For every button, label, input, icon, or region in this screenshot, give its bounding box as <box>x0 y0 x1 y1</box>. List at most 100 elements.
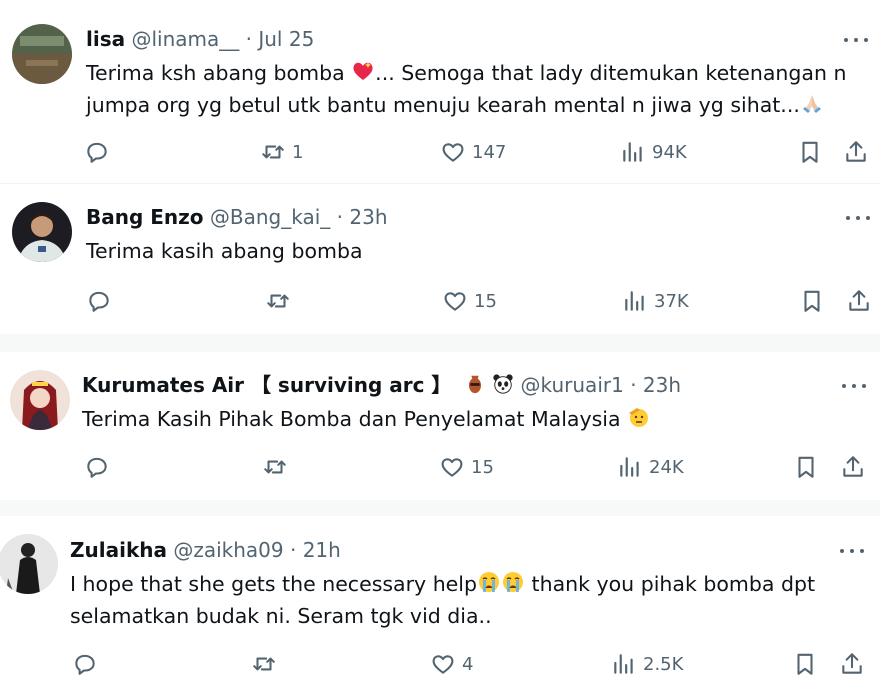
tweet-text-line: selamatkan budak ni. Seram tgk vid dia.. <box>70 604 492 628</box>
like-icon <box>441 458 463 477</box>
reply-button[interactable] <box>84 138 116 166</box>
like-count: 15 <box>471 456 494 478</box>
separator-dot: · <box>245 27 252 51</box>
tweet-text-line: ... Semoga that lady ditemukan ketenanga… <box>375 61 847 85</box>
more-icon[interactable] <box>840 376 868 396</box>
share-icon <box>849 290 869 311</box>
divider <box>0 334 880 352</box>
like-button[interactable]: 15 <box>439 453 494 481</box>
tweet-4[interactable]: Zulaikha @zaikha09 · 21h I hope that she… <box>0 516 880 682</box>
like-icon <box>432 655 454 674</box>
tweet-text-line: Terima ksh abang bomba <box>86 61 352 85</box>
reply-button[interactable] <box>84 453 116 481</box>
share-icon <box>842 653 862 674</box>
views-button[interactable]: 2.5K <box>611 650 683 678</box>
crying-face-emoji-icon <box>503 572 524 592</box>
separator-dot: · <box>630 373 637 397</box>
user-handle[interactable]: @zaikha09 <box>173 538 283 562</box>
reply-button[interactable] <box>86 287 118 315</box>
tweet-2[interactable]: Bang Enzo @Bang_kai_ · 23h Terima kasih … <box>0 184 880 334</box>
like-icon <box>444 292 466 311</box>
reply-button[interactable] <box>72 650 104 678</box>
tweet-text-line: I hope that she gets the necessary help <box>70 572 478 596</box>
share-button[interactable] <box>839 650 865 678</box>
display-name[interactable]: Bang Enzo <box>86 205 204 229</box>
more-icon[interactable] <box>838 541 866 561</box>
like-button[interactable]: 147 <box>440 138 506 166</box>
like-count: 147 <box>472 141 507 163</box>
share-button[interactable] <box>846 287 872 315</box>
share-icon <box>846 141 866 162</box>
like-button[interactable]: 4 <box>430 650 473 678</box>
tweet-3[interactable]: Kurumates Air 【 surviving arc 】 @kuruair… <box>0 352 880 500</box>
tweet-text-line: thank you pihak bomba dpt <box>525 572 816 596</box>
avatar[interactable] <box>0 534 58 594</box>
share-button[interactable] <box>843 138 869 166</box>
like-count: 4 <box>462 653 474 675</box>
tweet-text: Terima kasih abang bomba <box>86 239 363 263</box>
like-button[interactable]: 15 <box>442 287 497 315</box>
repost-icon <box>264 460 286 474</box>
views-count: 24K <box>649 456 684 478</box>
views-button[interactable]: 94K <box>620 138 687 166</box>
more-icon[interactable] <box>844 208 872 228</box>
separator-dot: · <box>289 538 297 562</box>
timestamp[interactable]: Jul 25 <box>258 27 314 51</box>
repost-icon <box>253 657 275 671</box>
bookmark-icon <box>797 653 813 675</box>
tweet-text: I hope that she gets the necessary help … <box>70 568 815 600</box>
display-name[interactable]: Zulaikha <box>70 538 167 562</box>
saluting-face-emoji-icon <box>629 408 649 427</box>
display-name[interactable]: lisa <box>86 27 125 51</box>
praying-hands-emoji-icon <box>802 95 821 113</box>
timestamp[interactable]: 21h <box>303 538 341 562</box>
avatar[interactable] <box>10 370 70 430</box>
repost-button[interactable] <box>251 650 283 678</box>
share-button[interactable] <box>840 453 866 481</box>
heart-emoji-icon <box>353 62 373 80</box>
like-icon <box>442 143 464 162</box>
timestamp[interactable]: 23h <box>349 205 387 229</box>
reply-icon <box>75 654 95 675</box>
timestamp[interactable]: 23h <box>643 373 681 397</box>
more-icon[interactable] <box>842 30 870 50</box>
views-button[interactable]: 37K <box>622 287 689 315</box>
like-count: 15 <box>474 290 497 312</box>
share-icon <box>843 456 863 477</box>
avatar[interactable] <box>12 24 72 84</box>
views-count: 94K <box>652 141 687 163</box>
bookmark-button[interactable] <box>797 138 823 166</box>
reply-icon <box>87 457 107 478</box>
crying-face-emoji-icon <box>479 572 500 592</box>
divider <box>0 500 880 516</box>
bookmark-button[interactable] <box>792 650 818 678</box>
views-button[interactable]: 24K <box>617 453 684 481</box>
reply-icon <box>89 291 109 312</box>
user-handle[interactable]: @linama__ <box>131 27 239 51</box>
user-handle[interactable]: @Bang_kai_ <box>210 205 330 229</box>
views-count: 2.5K <box>643 653 684 675</box>
views-icon <box>614 654 633 674</box>
views-count: 37K <box>654 290 689 312</box>
display-name[interactable]: Kurumates Air 【 surviving arc 】 <box>82 373 451 397</box>
tweet-text-line: jumpa org yg betul utk bantu menuju kear… <box>86 93 800 117</box>
repost-button[interactable] <box>265 287 297 315</box>
avatar[interactable] <box>12 202 72 262</box>
amphora-emoji-icon <box>468 375 481 394</box>
tweet-1[interactable]: lisa @linama__ · Jul 25 Terima ksh abang… <box>0 0 880 183</box>
repost-button[interactable]: 1 <box>260 138 303 166</box>
bookmark-icon <box>798 456 814 478</box>
bookmark-button[interactable] <box>793 453 819 481</box>
tweet-text: Terima ksh abang bomba ... Semoga that l… <box>86 57 846 89</box>
repost-button[interactable] <box>262 453 294 481</box>
bookmark-icon <box>802 141 818 163</box>
bookmark-button[interactable] <box>799 287 825 315</box>
views-icon <box>623 142 642 162</box>
user-handle[interactable]: @kuruair1 <box>521 373 624 397</box>
reply-icon <box>87 142 107 163</box>
panda-emoji-icon <box>493 374 513 394</box>
bookmark-icon <box>804 290 820 312</box>
repost-icon <box>262 145 284 159</box>
separator-dot: · <box>336 205 344 229</box>
repost-icon <box>267 294 289 308</box>
